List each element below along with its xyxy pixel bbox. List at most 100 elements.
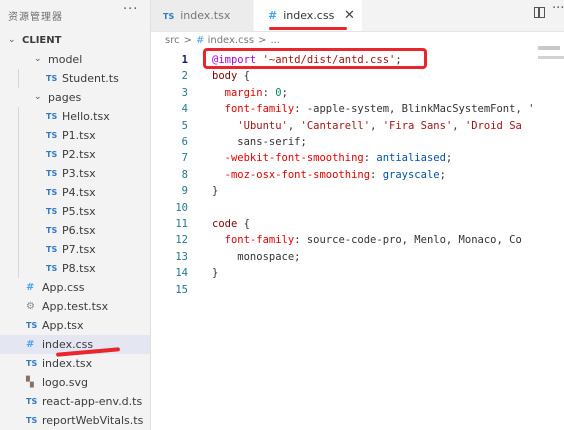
file-label: P8.tsx	[62, 262, 96, 275]
file-p2-tsx[interactable]: TS P2.tsx	[0, 145, 150, 164]
split-editor-icon[interactable]	[534, 7, 545, 18]
file-react-app-env-d-ts[interactable]: TS react-app-env.d.ts	[0, 392, 150, 411]
code-text: sans-serif;	[212, 134, 307, 150]
indent-guide	[18, 202, 19, 221]
file-app-tsx[interactable]: TS App.tsx	[0, 316, 150, 335]
code-line[interactable]: 15	[151, 282, 564, 298]
code-line[interactable]: 8 -moz-osx-font-smoothing: grayscale;	[151, 167, 564, 183]
code-token: antialiased	[376, 152, 446, 165]
code-line[interactable]: 12 font-family: source-code-pro, Menlo, …	[151, 232, 564, 248]
line-number: 9	[181, 185, 188, 198]
code-line[interactable]: 13 monospace;	[151, 249, 564, 265]
code-token: : -apple-system, BlinkMacSystemFont, '	[294, 103, 535, 116]
code-token: 'Cantarell'	[300, 119, 371, 132]
file-p1-tsx[interactable]: TS P1.tsx	[0, 126, 150, 145]
code-line[interactable]: 14}	[151, 265, 564, 281]
code-token: -moz-osx-font-smoothing	[212, 168, 371, 181]
file-label: P1.tsx	[62, 129, 96, 142]
typescript-icon: TS	[26, 321, 38, 330]
code-token: grayscale	[382, 168, 440, 181]
typescript-icon: TS	[46, 169, 58, 178]
code-line[interactable]: 3 margin: 0;	[151, 85, 564, 101]
code-line[interactable]: 6 sans-serif;	[151, 134, 564, 150]
tab-label: index.tsx	[180, 9, 231, 22]
file-p7-tsx[interactable]: TS P7.tsx	[0, 240, 150, 259]
file-label: P4.tsx	[62, 186, 96, 199]
breadcrumb-trail[interactable]: ...	[270, 35, 280, 46]
code-editor[interactable]: 1 @import '~antd/dist/antd.css'; 2 body {3 …	[151, 50, 564, 430]
line-number: 8	[181, 168, 188, 181]
breadcrumb-separator: >	[183, 35, 192, 46]
indent-guide	[18, 221, 19, 240]
file-label: Student.ts	[62, 72, 119, 85]
file-p4-tsx[interactable]: TS P4.tsx	[0, 183, 150, 202]
code-text: -webkit-font-smoothing: antialiased;	[212, 150, 453, 166]
css-file-icon: #	[268, 9, 278, 22]
file-label: P3.tsx	[62, 167, 96, 180]
code-line[interactable]: 9}	[151, 183, 564, 199]
chevron-down-icon: ⌄	[34, 92, 42, 102]
explorer-more-icon[interactable]: ···	[123, 2, 138, 17]
typescript-icon: TS	[46, 74, 58, 83]
code-line[interactable]: 11 code {	[151, 216, 564, 232]
file-p5-tsx[interactable]: TS P5.tsx	[0, 202, 150, 221]
explorer-sidebar: 资源管理器 ··· ⌄ CLIENT ⌄ model TS Student.ts ⌄ page…	[0, 0, 151, 430]
code-token: monospace;	[212, 250, 301, 263]
file-reportwebvitals-ts[interactable]: TS reportWebVitals.ts	[0, 411, 150, 430]
line-number: 7	[181, 152, 188, 165]
code-line[interactable]: 5 'Ubuntu', 'Cantarell', 'Fira Sans', 'D…	[151, 118, 564, 134]
annotation-underline	[269, 27, 347, 30]
breadcrumb-src[interactable]: src	[165, 35, 180, 46]
typescript-icon: TS	[46, 150, 58, 159]
code-token: ;	[281, 86, 288, 99]
file-app-css[interactable]: # App.css	[0, 278, 150, 297]
file-app-test-tsx[interactable]: ⚙ App.test.tsx	[0, 297, 150, 316]
file-p6-tsx[interactable]: TS P6.tsx	[0, 221, 150, 240]
typescript-icon: TS	[163, 12, 175, 21]
code-token: ,	[287, 119, 301, 132]
code-text: }	[212, 183, 218, 199]
typescript-icon: TS	[26, 397, 38, 406]
file-label: reportWebVitals.ts	[42, 414, 144, 427]
file-label: App.test.tsx	[42, 300, 109, 313]
explorer-root-folder[interactable]: ⌄ CLIENT	[0, 31, 150, 50]
typescript-icon: TS	[46, 131, 58, 140]
file-label: react-app-env.d.ts	[42, 395, 143, 408]
indent-guide	[18, 69, 19, 88]
code-token: margin	[212, 86, 263, 99]
folder-model[interactable]: ⌄ model	[0, 50, 150, 69]
typescript-icon: TS	[26, 416, 38, 425]
breadcrumb-file[interactable]: index.css	[208, 35, 254, 46]
tab-index-tsx[interactable]: TS index.tsx	[151, 0, 253, 31]
code-line[interactable]: 7 -webkit-font-smoothing: antialiased;	[151, 150, 564, 166]
file-logo-svg[interactable]: ▚ logo.svg	[0, 373, 150, 392]
code-line[interactable]: 2 body {	[151, 68, 564, 84]
indent-guide	[18, 126, 19, 145]
folder-label: CLIENT	[22, 35, 62, 46]
code-text: margin: 0;	[212, 85, 288, 101]
file-index-tsx[interactable]: TS index.tsx	[0, 354, 150, 373]
code-token: ;	[445, 152, 453, 165]
line-number: 1	[181, 54, 188, 66]
explorer-title: 资源管理器	[8, 12, 63, 23]
code-text: 'Ubuntu', 'Cantarell', 'Fira Sans', 'Dro…	[212, 118, 522, 134]
code-text: -moz-osx-font-smoothing: grayscale;	[212, 167, 446, 183]
code-text: font-family: -apple-system, BlinkMacSyst…	[212, 101, 535, 117]
file-label: App.css	[42, 281, 85, 294]
file-p3-tsx[interactable]: TS P3.tsx	[0, 164, 150, 183]
code-line[interactable]: 10	[151, 200, 564, 216]
code-token: {	[237, 70, 250, 83]
code-line[interactable]: 4 font-family: -apple-system, BlinkMacSy…	[151, 101, 564, 117]
file-p8-tsx[interactable]: TS P8.tsx	[0, 259, 150, 278]
line-number: 13	[175, 250, 188, 263]
more-actions-icon[interactable]: ···	[552, 1, 564, 16]
folder-pages[interactable]: ⌄ pages	[0, 88, 150, 107]
file-hello-tsx[interactable]: TS Hello.tsx	[0, 107, 150, 126]
chevron-down-icon: ⌄	[8, 35, 16, 45]
code-token: ;	[439, 168, 446, 181]
file-student-ts[interactable]: TS Student.ts	[0, 69, 150, 88]
indent-guide	[18, 107, 19, 126]
file-label: Hello.tsx	[62, 110, 110, 123]
indent-guide	[18, 183, 19, 202]
line-number: 3	[181, 86, 188, 99]
